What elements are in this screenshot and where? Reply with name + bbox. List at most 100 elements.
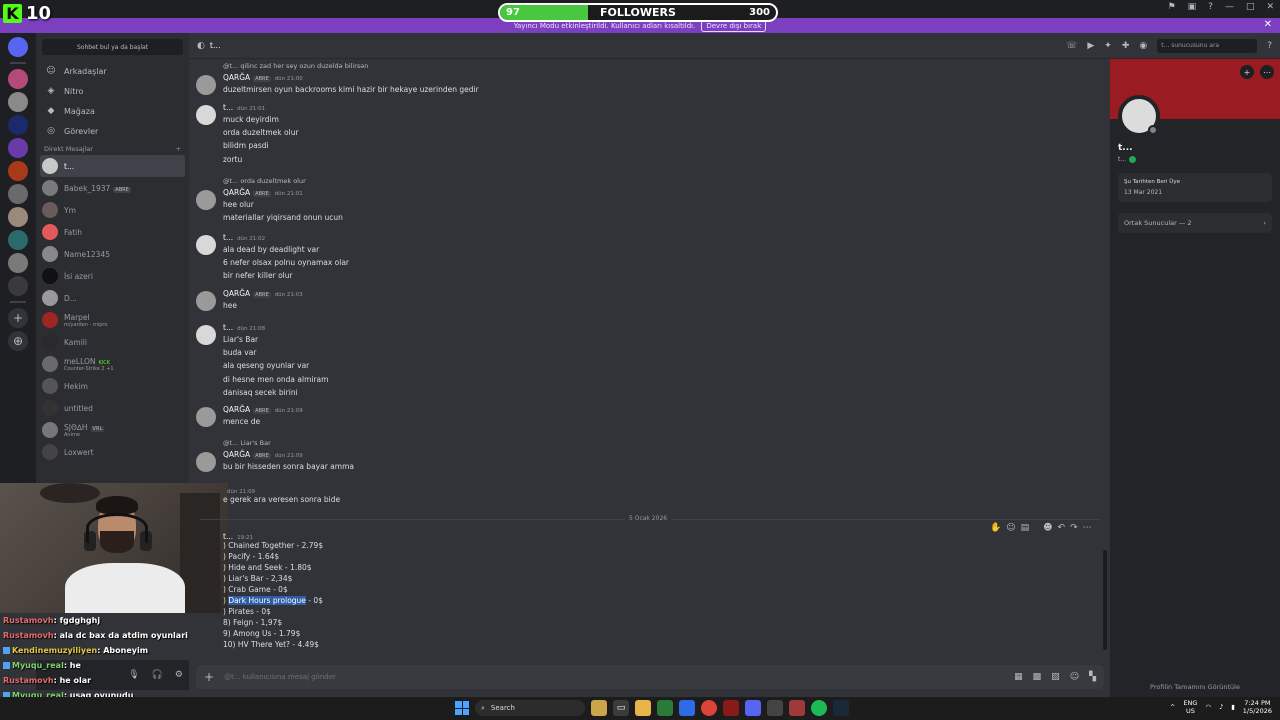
more-icon[interactable]: ⋯ [1083, 523, 1092, 533]
battery-icon[interactable]: ▮ [1231, 703, 1235, 711]
dm-item[interactable]: Marpel m/yarden - mipro [36, 309, 189, 331]
server-icon[interactable] [8, 184, 28, 204]
server-icon[interactable] [8, 253, 28, 273]
add-friends-icon[interactable]: ✚ [1122, 41, 1130, 51]
help-icon[interactable]: ? [1208, 2, 1213, 12]
dm-item[interactable]: t... [40, 155, 185, 177]
message-scrollbar[interactable] [1103, 550, 1107, 650]
server-icon[interactable] [8, 92, 28, 112]
voice-call-icon[interactable]: ☏ [1066, 41, 1077, 51]
server-icon[interactable] [8, 138, 28, 158]
dm-item[interactable]: D... [36, 287, 189, 309]
server-icon[interactable] [8, 276, 28, 296]
server-icon[interactable] [8, 161, 28, 181]
clock-time: 7:24 PM [1244, 699, 1271, 707]
forward-icon[interactable]: ↷ [1070, 523, 1078, 533]
chrome-icon[interactable] [701, 700, 717, 716]
nav-item-nitro[interactable]: ◈ Nitro [36, 81, 189, 101]
dm-item[interactable]: Loxwert [36, 441, 189, 463]
quests-icon: ◎ [47, 126, 55, 136]
nvidia-icon[interactable] [657, 700, 673, 716]
dm-item[interactable]: İsi azeri [36, 265, 189, 287]
message-author[interactable]: QARĞA [223, 289, 250, 298]
steam-icon[interactable] [833, 700, 849, 716]
dm-item[interactable]: Ym [36, 199, 189, 221]
widget-icon[interactable] [591, 700, 607, 716]
profile-more-icon[interactable]: ⋯ [1260, 65, 1274, 79]
reply-icon[interactable]: ↶ [1058, 523, 1066, 533]
nav-item-arkadaşlar[interactable]: ☺ Arkadaşlar [36, 61, 189, 81]
message-input[interactable]: + @t... kullanıcısına mesaj gönder ▦ ▩ ▧… [196, 665, 1104, 689]
mutual-servers-row[interactable]: Ortak Sunucular — 2 › [1118, 213, 1272, 233]
message-author[interactable]: QARĞA [223, 405, 250, 414]
dm-search-input[interactable]: Sohbet bul ya da başlat [42, 39, 183, 55]
app-icon[interactable] [679, 700, 695, 716]
obs-icon[interactable] [767, 700, 783, 716]
dm-item[interactable]: Hekim [36, 375, 189, 397]
message-author[interactable]: t... [223, 233, 233, 242]
pinned-messages-icon[interactable]: ✦ [1104, 41, 1112, 51]
discover-icon[interactable]: ⊕ [8, 331, 28, 351]
user-profile-icon[interactable]: ◉ [1139, 41, 1147, 51]
avatar [42, 246, 58, 262]
message-author[interactable]: QARĞA [223, 450, 250, 459]
message-author[interactable]: QARĞA [223, 188, 250, 197]
close-window-icon[interactable]: ✕ [1266, 2, 1274, 12]
dm-item[interactable]: Kamili [36, 331, 189, 353]
emoji-icon[interactable]: ☺ [1070, 672, 1079, 682]
create-dm-button[interactable]: + [176, 145, 181, 153]
wifi-icon[interactable]: ◠ [1205, 703, 1211, 711]
kick-chat-line: Myuqu_real: he [0, 658, 190, 673]
server-icon[interactable] [8, 69, 28, 89]
dm-item[interactable]: meLLON KICK Counter-Strike 2 +1 [36, 353, 189, 375]
file-explorer-icon[interactable] [635, 700, 651, 716]
home-icon[interactable] [8, 37, 28, 57]
app-icon[interactable] [723, 700, 739, 716]
start-button-icon[interactable] [455, 701, 469, 715]
server-icon[interactable] [8, 207, 28, 227]
message-author[interactable]: t... [223, 103, 233, 112]
clock[interactable]: 7:24 PM 1/5/2026 [1243, 699, 1272, 715]
inbox-icon[interactable]: ▣ [1188, 2, 1197, 12]
task-view-icon[interactable]: ▭ [613, 700, 629, 716]
gif-icon[interactable]: ▩ [1033, 672, 1042, 682]
minimize-icon[interactable]: — [1225, 2, 1234, 12]
maximize-icon[interactable]: □ [1246, 2, 1255, 12]
dm-text: meLLON KICK Counter-Strike 2 +1 [64, 357, 114, 372]
add-server-icon[interactable]: + [8, 308, 28, 328]
discord-icon[interactable] [745, 700, 761, 716]
sticker-icon[interactable]: ▧ [1051, 672, 1060, 682]
app-icon[interactable] [789, 700, 805, 716]
nav-item-görevler[interactable]: ◎ Görevler [36, 121, 189, 141]
dm-item[interactable]: Fatih [36, 221, 189, 243]
gift-icon[interactable]: ▦ [1014, 672, 1023, 682]
volume-icon[interactable]: ♪ [1219, 703, 1223, 711]
taskbar-search[interactable]: ⌕ Search [475, 700, 585, 716]
dm-item[interactable]: ЅЈΘ∆Н VRL Anime [36, 419, 189, 441]
apps-icon[interactable]: ▚ [1089, 672, 1096, 682]
video-call-icon[interactable]: ▶ [1087, 41, 1094, 51]
message-author[interactable]: QARĞA [223, 73, 250, 82]
message-author[interactable]: t... [223, 532, 233, 541]
channel-search-input[interactable]: t... sunucusunu ara [1157, 38, 1258, 53]
spotify-icon[interactable] [811, 700, 827, 716]
dm-item[interactable]: untitled [36, 397, 189, 419]
message-author[interactable]: t... [223, 323, 233, 332]
help-icon[interactable]: ? [1267, 41, 1272, 51]
server-icon[interactable] [8, 230, 28, 250]
attach-plus-icon[interactable]: + [204, 670, 214, 684]
nav-item-mağaza[interactable]: ◆ Mağaza [36, 101, 189, 121]
dm-item[interactable]: Name12345 [36, 243, 189, 265]
view-full-profile-link[interactable]: Profilin Tamamını Görüntüle [1110, 683, 1280, 691]
dm-item[interactable]: Babek_1937 ABRE [36, 177, 189, 199]
server-icon[interactable] [8, 115, 28, 135]
add-reaction-icon[interactable]: ☻ [1043, 523, 1052, 533]
reaction-icon[interactable]: ☺ [1006, 523, 1015, 533]
add-friend-icon[interactable]: + [1240, 65, 1254, 79]
tray-chevron-icon[interactable]: ^ [1170, 703, 1175, 711]
banner-close-icon[interactable]: ✕ [1264, 19, 1272, 30]
reaction-icon[interactable]: ✋ [990, 523, 1001, 533]
language-indicator[interactable]: ENG US [1183, 699, 1197, 715]
pin-icon[interactable]: ⚑ [1168, 2, 1176, 12]
reaction-icon[interactable]: ▤ [1021, 523, 1030, 533]
